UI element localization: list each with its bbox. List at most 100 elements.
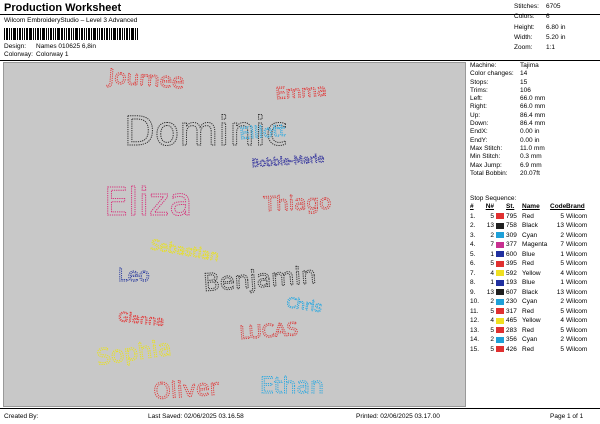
detail-row: Color changes: 14 [470, 70, 598, 78]
stop-brand: Wilcom [566, 326, 588, 334]
color-swatch [496, 346, 504, 353]
barcode [4, 28, 139, 40]
detail-row: Trims: 106 [470, 87, 598, 95]
stop-brand: Wilcom [566, 279, 588, 286]
stop-index: 12. [470, 317, 480, 324]
color-swatch [496, 327, 504, 334]
col-header-stitches: St. [506, 203, 515, 210]
stop-code: 1 [560, 279, 564, 286]
stop-stitches: 193 [506, 279, 517, 286]
summary-value: 5.20 in [546, 33, 566, 41]
stop-needle: 5 [490, 326, 494, 334]
detail-row: Total Bobbin: 20.07ft [470, 170, 598, 178]
stop-stitches: 356 [506, 336, 517, 343]
col-header-brand: Brand [566, 203, 585, 210]
stop-brand: Wilcom [566, 231, 588, 239]
stop-brand: Wilcom [566, 241, 588, 248]
stop-row: 13. 5 283 Red 5 Wilcom [470, 326, 598, 336]
embroidered-name: Gianna [118, 310, 165, 330]
embroidered-name: Oliver [153, 375, 221, 405]
stop-sequence-label: Stop Sequence: [470, 195, 517, 202]
detail-key: Down: [470, 120, 489, 128]
color-swatch [496, 270, 504, 277]
stop-color-name: Red [522, 326, 534, 334]
design-label: Design: [4, 43, 27, 50]
color-swatch [496, 308, 504, 315]
detail-value: 11.0 mm [520, 144, 545, 152]
detail-value: 86.4 mm [520, 120, 546, 128]
stop-stitches: 317 [506, 307, 517, 315]
worksheet-header: Production Worksheet Wilcom EmbroiderySt… [0, 0, 600, 62]
stop-brand: Wilcom [566, 317, 588, 324]
detail-key: Max Stitch: [470, 144, 503, 152]
embroidered-name: Benjamin [202, 261, 317, 297]
stop-sequence: Stop Sequence: # N# St. Name Code Brand … [470, 195, 598, 354]
stop-color-name: Red [522, 260, 534, 267]
embroidered-name: Journee [106, 64, 185, 93]
detail-row: EndX: 0.00 in [470, 128, 598, 136]
stop-brand: Wilcom [566, 212, 588, 220]
stop-needle: 13 [486, 288, 494, 296]
stop-row: 7. 4 592 Yellow 4 Wilcom [470, 269, 598, 279]
stop-needle: 1 [490, 250, 494, 258]
stop-brand: Wilcom [566, 307, 588, 315]
detail-value: 6.9 mm [520, 161, 542, 169]
stop-row: 14. 2 356 Cyan 2 Wilcom [470, 335, 598, 345]
stop-row: 11. 5 317 Red 5 Wilcom [470, 307, 598, 317]
summary-value: 1:1 [546, 44, 556, 52]
detail-key: Stops: [470, 78, 489, 86]
stop-stitches: 426 [506, 345, 517, 353]
summary-key: Stitches: [514, 3, 539, 10]
color-swatch [496, 222, 504, 229]
detail-value: 0.3 mm [520, 153, 542, 161]
header-divider [0, 60, 600, 61]
colorway-label: Colorway: [4, 51, 33, 58]
stop-color-name: Red [522, 345, 534, 353]
stop-stitches: 377 [506, 241, 517, 248]
embroidered-name: Leo [118, 265, 150, 286]
detail-value: 15 [520, 78, 528, 86]
stop-color-name: Blue [522, 279, 536, 286]
color-swatch [496, 232, 504, 239]
detail-key: EndY: [470, 136, 488, 144]
stop-index: 10. [470, 298, 480, 305]
stop-code: 2 [560, 336, 564, 343]
stop-code: 1 [560, 250, 564, 258]
title-divider [0, 14, 600, 15]
col-header-index: # [470, 203, 474, 210]
design-preview: Journee Emma Dominic Elliott Bobbie-Marie Eli… [3, 62, 466, 407]
stop-color-name: Red [522, 212, 534, 220]
software-subtitle: Wilcom EmbroideryStudio – Level 3 Advanc… [4, 17, 138, 24]
design-value: Names 010625 6,8in [36, 43, 96, 50]
stop-stitches: 309 [506, 231, 517, 239]
detail-key: Left: [470, 95, 483, 103]
stop-stitches: 758 [506, 222, 517, 229]
stop-code: 13 [556, 288, 564, 296]
stop-index: 6. [470, 260, 476, 267]
stop-color-name: Cyan [522, 336, 538, 343]
stop-stitches: 283 [506, 326, 517, 334]
col-header-needle: N# [485, 203, 494, 210]
color-swatch [496, 213, 504, 220]
stop-color-name: Red [522, 307, 534, 315]
stop-color-name: Yellow [522, 269, 541, 277]
last-saved: Last Saved: 02/06/2025 03.16.58 [148, 413, 244, 420]
worksheet-footer: Created By: Last Saved: 02/06/2025 03.16… [0, 410, 600, 424]
detail-row: Down: 86.4 mm [470, 120, 598, 128]
stop-needle: 2 [490, 298, 494, 305]
stop-index: 2. [470, 222, 476, 229]
colorway-value: Colorway 1 [36, 51, 69, 58]
color-swatch [496, 317, 504, 324]
stop-index: 11. [470, 307, 479, 315]
stop-code: 4 [560, 269, 564, 277]
stop-needle: 5 [490, 212, 494, 220]
stop-stitches: 607 [506, 288, 517, 296]
detail-value: 66.0 mm [520, 95, 546, 103]
page-number: Page 1 of 1 [550, 413, 584, 420]
embroidered-name: Thiago [262, 190, 331, 216]
machine-details: Machine: Tajima Color changes: 14 Stops: 15 Tr… [470, 62, 598, 178]
summary-row: Width: 5.20 in [514, 33, 598, 43]
detail-key: Trims: [470, 86, 488, 94]
embroidered-name: Chris [285, 295, 322, 316]
stop-row: 1. 5 795 Red 5 Wilcom [470, 212, 598, 222]
